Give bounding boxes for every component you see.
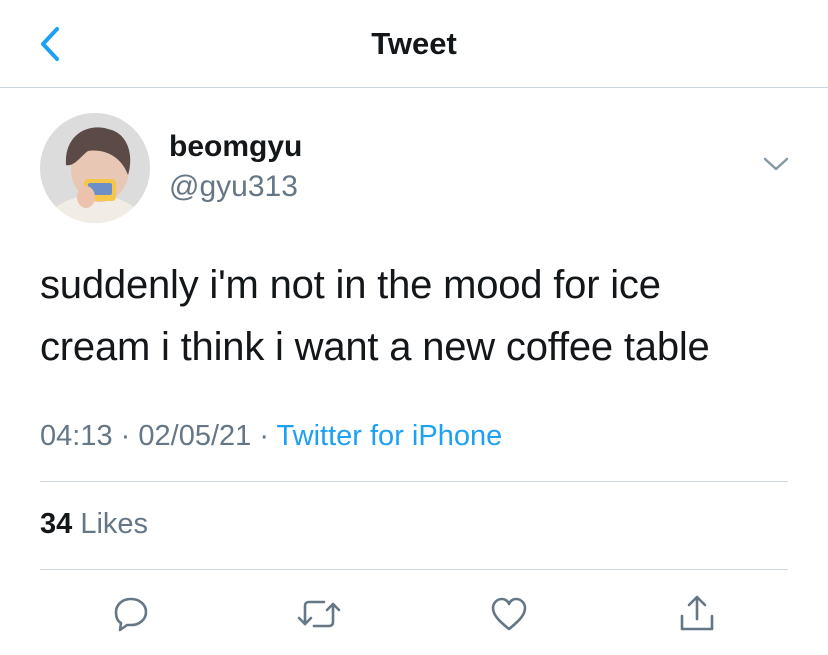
tweet-text: suddenly i'm not in the mood for ice cre… [40,254,800,378]
meta-separator: · [259,420,269,452]
retweet-icon [297,600,341,628]
share-button[interactable] [674,591,720,637]
divider [40,569,788,570]
page-title: Tweet [371,26,457,61]
reply-button[interactable] [108,591,154,637]
avatar-image [40,113,150,223]
likes-link[interactable]: 34 Likes [40,508,148,541]
header: Tweet [0,0,828,88]
tweet-time: 04:13 [40,420,113,452]
tweet-source-link[interactable]: Twitter for iPhone [277,420,503,452]
more-options-button[interactable] [760,152,792,176]
retweet-button[interactable] [296,591,342,637]
share-icon [680,595,714,631]
chevron-down-icon [763,157,789,171]
likes-label: Likes [80,508,149,540]
like-icon [491,597,527,631]
author-display-name[interactable]: beomgyu [169,130,302,164]
divider [40,481,788,482]
avatar[interactable] [40,113,150,223]
meta-separator: · [120,420,131,452]
tweet-text-line-2: cream i think i want a new coffee table [40,325,710,369]
like-button[interactable] [486,591,532,637]
tweet-date: 02/05/21 [138,420,252,452]
author-handle[interactable]: @gyu313 [169,170,298,204]
reply-icon [114,597,148,632]
likes-count: 34 [40,508,73,540]
tweet-text-line-1: suddenly i'm not in the mood for ice [40,263,661,307]
tweet-meta: 04:13 · 02/05/21 · Twitter for iPhone [40,420,502,453]
